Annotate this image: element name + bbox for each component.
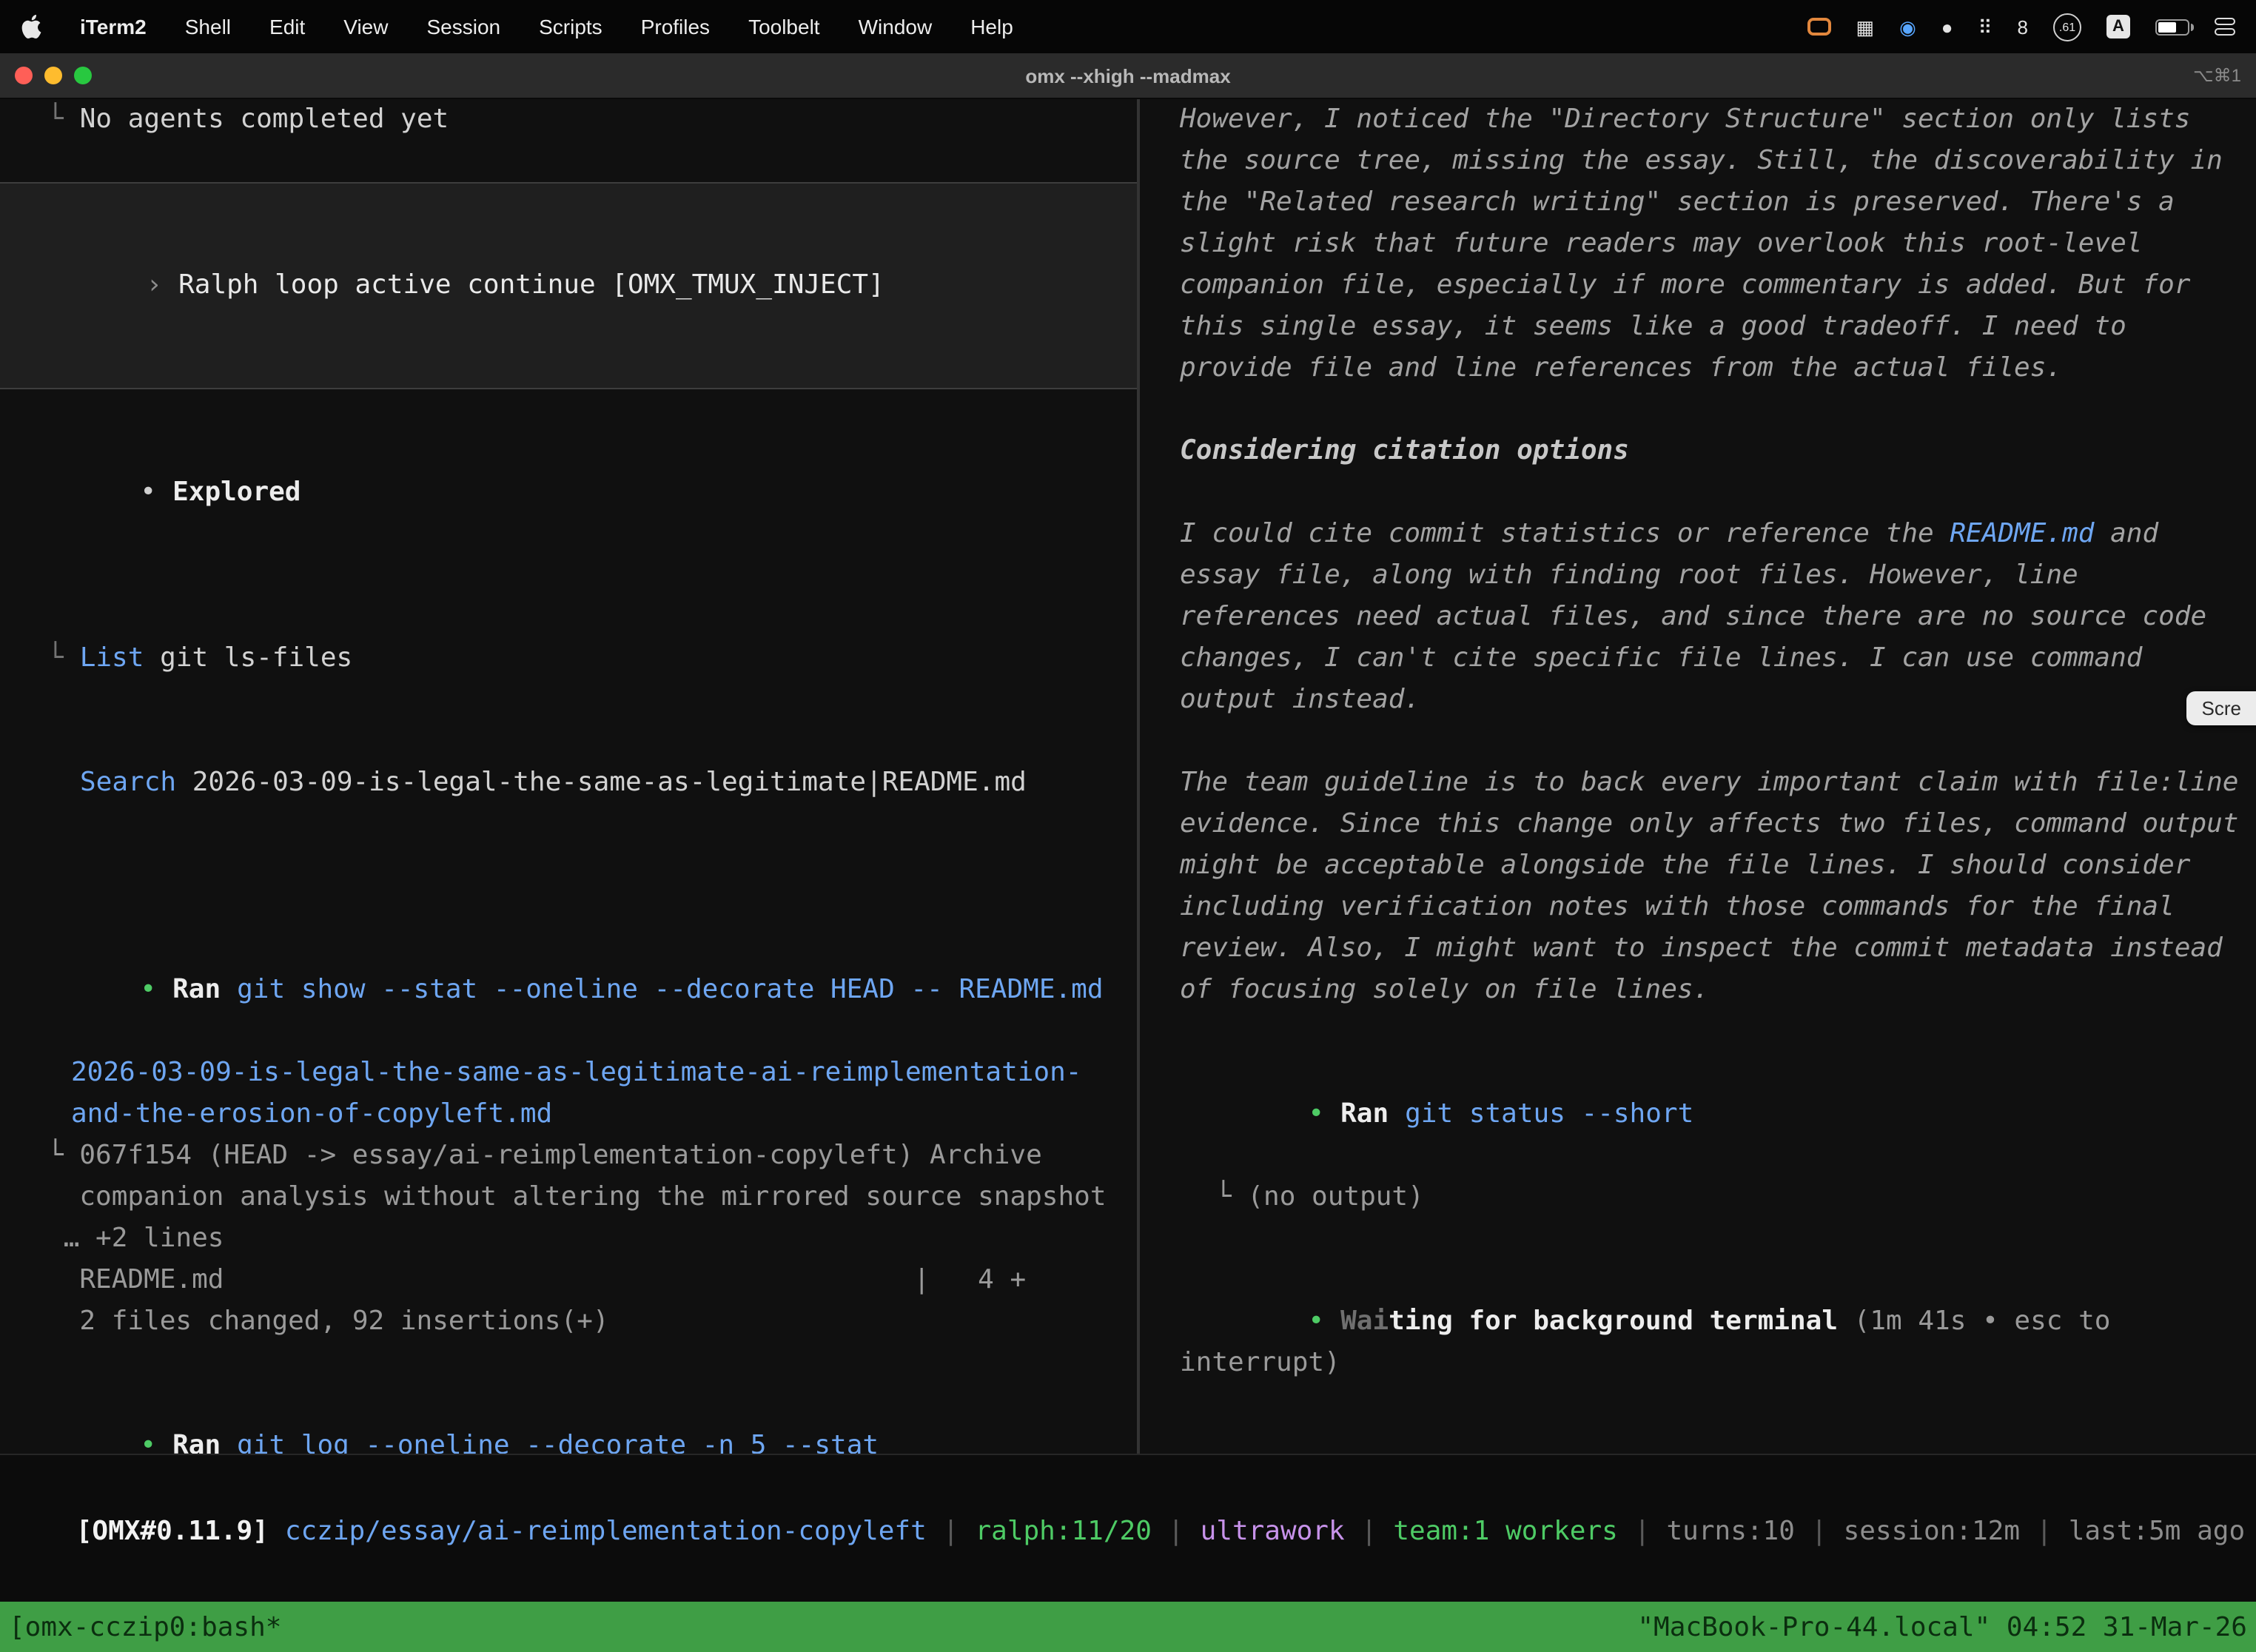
terminal-area: └No agents completed yet ›Ralph loop act… — [0, 99, 2256, 1454]
list-action-label: List — [80, 642, 144, 674]
git-status-output: └ (no output) — [1180, 1177, 2256, 1218]
bullet-icon: • — [140, 477, 156, 508]
apple-menu-icon[interactable] — [21, 15, 41, 38]
agents-note-line: └No agents completed yet — [12, 99, 1137, 141]
battery-icon[interactable] — [2155, 19, 2189, 35]
menu-help[interactable]: Help — [970, 15, 1013, 38]
bullet-icon: • — [140, 974, 156, 1005]
thinking-heading: Considering citation options — [1180, 431, 2256, 472]
menu-edit[interactable]: Edit — [269, 15, 305, 38]
close-button[interactable] — [15, 67, 33, 84]
omx-last-activity: last:5m ago — [2069, 1516, 2245, 1547]
omx-team: team:1 workers — [1393, 1516, 1617, 1547]
menu-shell[interactable]: Shell — [185, 15, 231, 38]
screen-share-tooltip: Scre — [2187, 691, 2256, 725]
search-action-label: Search — [80, 767, 176, 798]
left-terminal-pane[interactable]: └No agents completed yet ›Ralph loop act… — [0, 99, 1137, 1454]
menu-view[interactable]: View — [343, 15, 388, 38]
git-show-output: └ 067f154 (HEAD -> essay/ai-reimplementa… — [12, 1135, 1137, 1343]
battery-percent-icon[interactable]: .61 — [2053, 13, 2081, 41]
menu-window[interactable]: Window — [859, 15, 933, 38]
omx-version: [OMX#0.11.9] — [76, 1516, 269, 1547]
menu-scripts[interactable]: Scripts — [539, 15, 602, 38]
menu-profiles[interactable]: Profiles — [641, 15, 710, 38]
control-center-icon[interactable] — [2215, 18, 2235, 36]
window-shortcut-badge: ⌥⌘1 — [2193, 65, 2241, 86]
docker-icon[interactable]: ◉ — [1899, 17, 1916, 36]
tmux-window-list[interactable]: [omx-cczip0:bash* — [9, 1611, 281, 1642]
key-icon[interactable]: 8 — [2018, 17, 2028, 36]
omx-mode: ultrawork — [1201, 1516, 1345, 1547]
explored-items: └List git ls-files Search 2026-03-09-is-… — [12, 555, 1137, 887]
tree-glyph: └ — [47, 104, 64, 135]
omx-ralph-counter: ralph:11/20 — [975, 1516, 1151, 1547]
thinking-paragraph: However, I noticed the "Directory Struct… — [1180, 99, 2256, 389]
window-title-bar[interactable]: omx --xhigh --madmax ⌥⌘1 — [0, 53, 2256, 99]
command-text: git log --oneline --decorate -n 5 --stat — [237, 1430, 879, 1454]
git-log-entry: •Rangit log --oneline --decorate -n 5 --… — [12, 1384, 1137, 1454]
menu-session[interactable]: Session — [426, 15, 500, 38]
command-text: git status --short — [1405, 1098, 1693, 1129]
omx-status-bar: [OMX#0.11.9]cczip/essay/ai-reimplementat… — [0, 1454, 2256, 1522]
prompt-icon: › — [146, 269, 162, 300]
tmux-host-time: "MacBook-Pro-44.local" 04:52 31-Mar-26 — [1637, 1611, 2247, 1642]
readme-file-reference: README.md — [1950, 518, 2094, 549]
explored-entry: •Explored — [12, 431, 1137, 555]
input-source-icon[interactable]: A — [2106, 15, 2130, 38]
tmux-status-bar: [omx-cczip0:bash* "MacBook-Pro-44.local"… — [0, 1602, 2256, 1652]
right-terminal-pane[interactable]: However, I noticed the "Directory Struct… — [1140, 99, 2256, 1454]
bullet-icon: • — [140, 1430, 156, 1454]
git-show-entry: •Rangit show --stat --oneline --decorate… — [12, 928, 1137, 1052]
screen-recording-indicator-icon[interactable] — [1807, 18, 1830, 36]
git-show-command-continuation: 2026-03-09-is-legal-the-same-as-legitima… — [12, 1052, 1137, 1135]
apps-grid-icon[interactable]: ⠿ — [1978, 17, 1992, 36]
git-status-entry: •Rangit status --short — [1180, 1052, 2256, 1177]
window-title: omx --xhigh --madmax — [1025, 64, 1230, 87]
minimize-button[interactable] — [44, 67, 62, 84]
omx-branch: cczip/essay/ai-reimplementation-copyleft — [285, 1516, 927, 1547]
ralph-loop-banner: ›Ralph loop active continue [OMX_TMUX_IN… — [0, 182, 1137, 389]
zoom-button[interactable] — [74, 67, 92, 84]
bullet-icon: • — [1308, 1098, 1324, 1129]
thinking-paragraph: I could cite commit statistics or refere… — [1180, 514, 2256, 721]
omx-session-time: session:12m — [1844, 1516, 2020, 1547]
tree-glyph: └ — [47, 642, 64, 674]
app-icon[interactable]: ● — [1941, 17, 1953, 36]
app-menu-iterm2[interactable]: iTerm2 — [80, 15, 147, 38]
iterm2-window: iTerm2 Shell Edit View Session Scripts P… — [0, 0, 2256, 1652]
menu-toolbelt[interactable]: Toolbelt — [748, 15, 820, 38]
macos-menu-bar: iTerm2 Shell Edit View Session Scripts P… — [0, 0, 2256, 53]
command-text: git show --stat --oneline --decorate HEA… — [237, 974, 1103, 1005]
waiting-status-line: •Waiting for background terminal (1m 41s… — [1180, 1260, 2256, 1426]
thinking-paragraph: The team guideline is to back every impo… — [1180, 762, 2256, 1011]
omx-turns: turns:10 — [1667, 1516, 1795, 1547]
stats-icon[interactable]: ▦ — [1856, 17, 1874, 36]
spinner-bullet-icon: • — [1308, 1306, 1324, 1337]
